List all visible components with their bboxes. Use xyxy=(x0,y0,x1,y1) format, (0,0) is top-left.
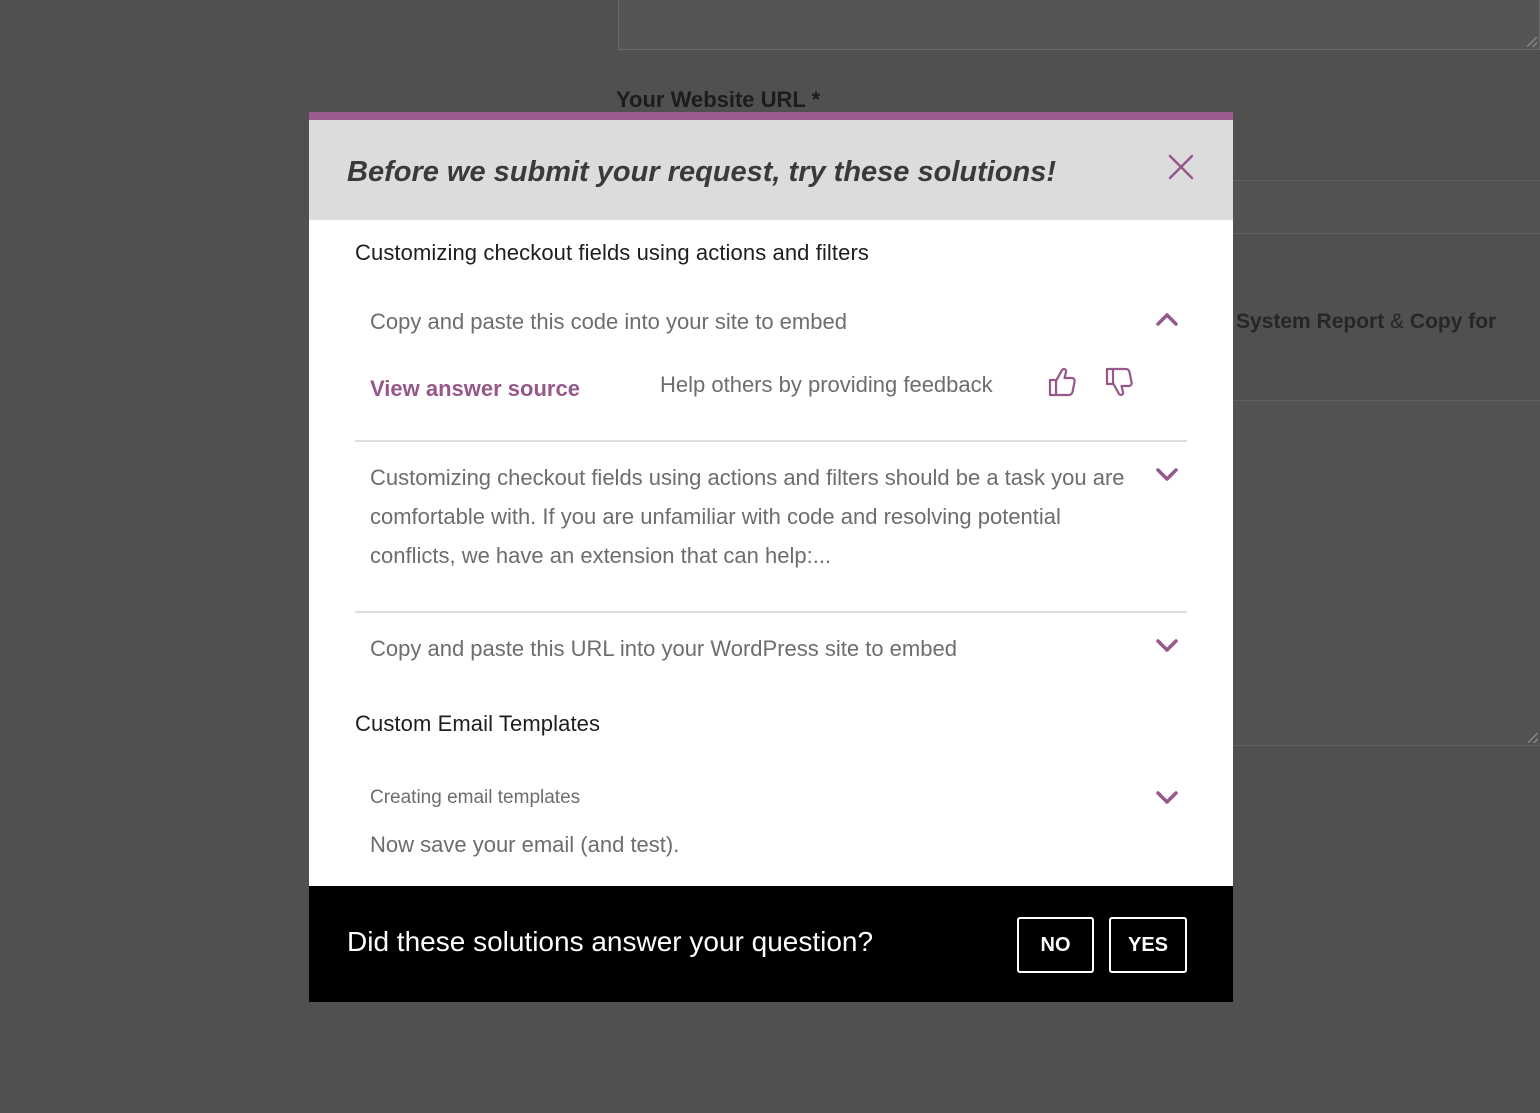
background-message-textarea xyxy=(1232,400,1540,746)
solution-item: Customizing checkout fields using action… xyxy=(355,442,1187,613)
copy-for-text: Copy for xyxy=(1409,310,1497,333)
system-report-separator: & xyxy=(1384,310,1410,333)
background-input xyxy=(1232,180,1540,234)
solution-question: Now save your email (and test). xyxy=(370,832,680,857)
view-answer-source-link[interactable]: View answer source xyxy=(370,376,580,402)
chevron-down-icon[interactable] xyxy=(1156,468,1178,482)
solution-question[interactable]: Copy and paste this code into your site … xyxy=(370,302,847,341)
footer-question: Did these solutions answer your question… xyxy=(347,926,874,957)
section-title: Custom Email Templates xyxy=(355,711,601,736)
resize-grip-icon xyxy=(1527,37,1537,47)
website-url-label: Your Website URL * xyxy=(616,87,821,112)
background-textarea xyxy=(618,0,1540,50)
chevron-up-icon[interactable] xyxy=(1156,312,1178,326)
solution-item: Copy and paste this code into your site … xyxy=(355,282,1187,442)
modal-footer: Did these solutions answer your question… xyxy=(309,886,1233,1002)
close-icon[interactable] xyxy=(1166,152,1196,182)
resize-grip-icon xyxy=(1528,733,1538,743)
solution-question[interactable]: Customizing checkout fields using action… xyxy=(370,458,1140,575)
solution-item: Creating email templates Now save your e… xyxy=(355,765,1187,875)
yes-button[interactable]: YES xyxy=(1109,917,1187,973)
solution-item: Copy and paste this URL into your WordPr… xyxy=(355,613,1187,693)
feedback-label: Help others by providing feedback xyxy=(660,372,993,397)
solution-subtitle[interactable]: Creating email templates xyxy=(370,787,580,809)
thumbs-up-icon[interactable] xyxy=(1047,366,1077,398)
system-report-text: System Report & Copy for xyxy=(1236,310,1496,334)
solutions-modal: Before we submit your request, try these… xyxy=(309,112,1233,1002)
no-button[interactable]: NO xyxy=(1017,917,1094,973)
chevron-down-icon[interactable] xyxy=(1156,639,1178,653)
modal-title: Before we submit your request, try these… xyxy=(347,156,1057,188)
section-title: Customizing checkout fields using action… xyxy=(355,240,869,265)
modal-header: Before we submit your request, try these… xyxy=(309,120,1233,220)
system-report-link: System Report xyxy=(1236,310,1385,333)
thumbs-down-icon[interactable] xyxy=(1104,366,1134,398)
solution-question[interactable]: Copy and paste this URL into your WordPr… xyxy=(370,629,957,668)
chevron-down-icon[interactable] xyxy=(1156,791,1178,805)
modal-body: Customizing checkout fields using action… xyxy=(309,220,1233,886)
